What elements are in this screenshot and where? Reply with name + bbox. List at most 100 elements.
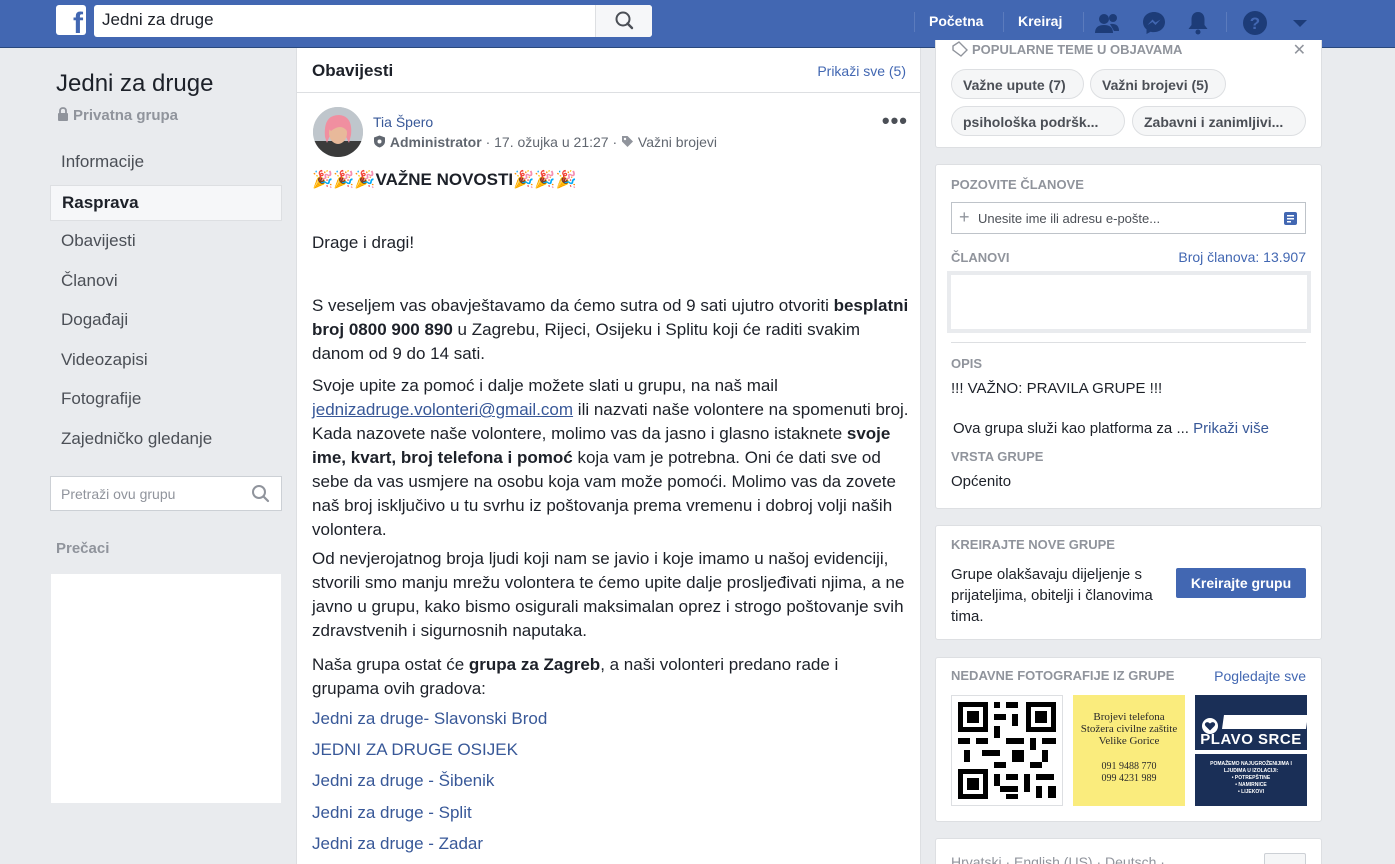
topic-chip[interactable]: psihološka podršk...: [951, 106, 1125, 136]
group-link[interactable]: Jedni za druge - Split: [312, 803, 472, 823]
search-icon: [615, 11, 634, 30]
messenger-icon[interactable]: [1139, 8, 1169, 38]
popular-topics-title: POPULARNE TEME U OBJAVAMA: [972, 42, 1183, 57]
see-all-photos-link[interactable]: Pogledajte sve: [1214, 668, 1306, 684]
recent-photos-card: NEDAVNE FOTOGRAFIJE IZ GRUPE Pogledajte …: [935, 657, 1322, 822]
topic-chip[interactable]: Važni brojevi (5): [1090, 69, 1226, 99]
facebook-logo[interactable]: f: [56, 5, 86, 35]
show-all-link[interactable]: Prikaži sve (5): [817, 63, 906, 79]
help-icon[interactable]: ?: [1240, 8, 1270, 38]
sidebar-item-label: Događaji: [61, 310, 129, 329]
post-options-button[interactable]: •••: [882, 108, 908, 134]
sidebar-item-informacije[interactable]: Informacije: [50, 145, 282, 181]
sidebar-item-label: Informacije: [61, 152, 145, 171]
brush-stroke: [1222, 715, 1307, 729]
shield-icon: [374, 135, 385, 148]
nav-home-link[interactable]: Početna: [929, 13, 983, 29]
post-paragraph-4: Naša grupa ostat će grupa za Zagreb, a n…: [312, 653, 910, 701]
search-input[interactable]: Jedni za druge: [102, 10, 214, 30]
sidebar-item-label: Obavijesti: [61, 231, 136, 250]
text-bold: grupa za Zagreb: [468, 655, 601, 674]
search-button[interactable]: [595, 5, 652, 37]
search-bar[interactable]: Jedni za druge: [94, 5, 652, 37]
shortcuts-panel: [51, 574, 281, 803]
sidebar-item-zajednicko-gledanje[interactable]: Zajedničko gledanje: [50, 422, 282, 458]
notifications-icon[interactable]: [1183, 8, 1213, 38]
post-author[interactable]: Tia Špero: [373, 114, 433, 130]
photo-sub-line: POMAŽEMO NAJUGROŽENIJIMA I: [1210, 761, 1292, 767]
photo-sub-line: • NAMIRNICE: [1235, 782, 1267, 788]
sidebar-item-fotografije[interactable]: Fotografije: [50, 382, 282, 418]
create-group-button[interactable]: Kreirajte grupu: [1176, 568, 1306, 598]
group-search-placeholder: Pretraži ovu grupu: [61, 486, 176, 502]
author-avatar[interactable]: [313, 107, 363, 157]
group-link[interactable]: Jedni za druge - Šibenik: [312, 771, 494, 791]
show-more-link[interactable]: Prikaži više: [1193, 420, 1269, 437]
group-link[interactable]: Jedni za druge - Zadar: [312, 834, 483, 854]
group-type-title: VRSTA GRUPE: [951, 449, 1044, 464]
sidebar-item-dogadaji[interactable]: Događaji: [50, 303, 282, 339]
announcements-panel: Obavijesti Prikaži sve (5) Tia Špero Adm…: [296, 48, 921, 864]
dropdown-icon[interactable]: [1285, 8, 1315, 38]
sidebar-item-label: Rasprava: [62, 193, 139, 212]
invite-members-input[interactable]: + Unesite ime ili adresu e-pošte...: [951, 202, 1306, 234]
post-time[interactable]: 17. ožujka u 21:27: [494, 134, 608, 150]
post-paragraph-1: S veseljem vas obavještavamo da ćemo sut…: [312, 294, 910, 366]
invite-placeholder: Unesite ime ili adresu e-pošte...: [978, 211, 1161, 226]
group-privacy: Privatna grupa: [56, 107, 178, 124]
close-icon[interactable]: ✕: [1293, 40, 1306, 60]
party-popper-icon: 🎉🎉🎉: [312, 170, 376, 189]
qr-code-image: [958, 702, 1056, 799]
members-count-link[interactable]: Broj članova: 13.907: [1178, 249, 1306, 265]
photo-text-line: 091 9488 770: [1101, 761, 1157, 772]
nav-separator: [1083, 12, 1084, 32]
photo-sub-line: • LIJEKOVI: [1238, 789, 1264, 795]
photo-phone-numbers[interactable]: Brojevi telefona Stožera civilne zaštite…: [1073, 695, 1185, 806]
text: S veseljem vas obavještavamo da ćemo sut…: [312, 296, 834, 315]
sidebar-item-clanovi[interactable]: Članovi: [50, 264, 282, 300]
group-search-input[interactable]: Pretraži ovu grupu: [50, 476, 282, 511]
search-icon[interactable]: [251, 484, 271, 504]
photo-plavo-srce[interactable]: PLAVO SRCE POMAŽEMO NAJUGROŽENIJIMA I LJ…: [1195, 695, 1307, 806]
members-preview: [947, 271, 1311, 333]
group-title[interactable]: Jedni za druge: [56, 70, 213, 98]
group-info-card: POZOVITE ČLANOVE + Unesite ime ili adres…: [935, 164, 1322, 509]
announcements-title: Obavijesti: [312, 61, 394, 80]
text: Svoje upite za pomoć i dalje možete slat…: [312, 376, 778, 395]
nav-separator: [914, 12, 915, 32]
tag-icon: [622, 136, 634, 147]
sidebar-item-videozapisi[interactable]: Videozapisi: [50, 343, 282, 379]
sidebar-item-label: Zajedničko gledanje: [61, 429, 213, 448]
group-link[interactable]: JEDNI ZA DRUGE OSIJEK: [312, 740, 518, 760]
group-link[interactable]: Jedni za druge- Slavonski Brod: [312, 709, 547, 729]
photo-text-line: 099 4231 989: [1101, 773, 1157, 784]
headline-text: VAŽNE NOVOSTI: [375, 170, 514, 189]
members-title: ČLANOVI: [951, 250, 1010, 265]
privacy-label: Privatna grupa: [73, 107, 179, 124]
create-group-card: KREIRAJTE NOVE GRUPE Grupe olakšavaju di…: [935, 525, 1322, 640]
add-language-button[interactable]: [1264, 853, 1306, 864]
nav-separator: [1003, 12, 1004, 32]
announcements-header: Obavijesti Prikaži sve (5): [297, 48, 920, 93]
description-line-2: Ova grupa služi kao platforma za ... Pri…: [953, 420, 1269, 437]
nav-create-link[interactable]: Kreiraj: [1018, 13, 1062, 29]
photo-text-line: Brojevi telefona: [1093, 711, 1165, 723]
sidebar-item-obavijesti[interactable]: Obavijesti: [50, 224, 282, 260]
topic-chip[interactable]: Zabavni i zanimljivi...: [1132, 106, 1306, 136]
post-topic[interactable]: Važni brojevi: [638, 134, 717, 150]
contacts-icon[interactable]: [1283, 211, 1298, 226]
email-link[interactable]: jednizadruge.volonteri@gmail.com: [312, 400, 573, 419]
description-line-1: !!! VAŽNO: PRAVILA GRUPE !!!: [951, 380, 1163, 397]
topic-chip[interactable]: Važne upute (7): [951, 69, 1084, 99]
post-meta: Administrator · 17. ožujka u 21:27 · Važ…: [373, 134, 717, 150]
divider: [951, 342, 1306, 343]
photo-qr-code[interactable]: [951, 695, 1063, 806]
party-popper-icon: 🎉🎉🎉: [513, 170, 577, 189]
lock-icon: [58, 107, 68, 121]
group-type-value: Općenito: [951, 473, 1012, 490]
sidebar-item-label: Članovi: [61, 271, 118, 290]
sidebar-item-rasprava[interactable]: Rasprava: [50, 185, 282, 221]
language-links[interactable]: Hrvatski · English (US) · Deutsch ·: [951, 854, 1165, 864]
friends-icon[interactable]: [1092, 8, 1122, 38]
meta-dot: ·: [612, 134, 622, 150]
